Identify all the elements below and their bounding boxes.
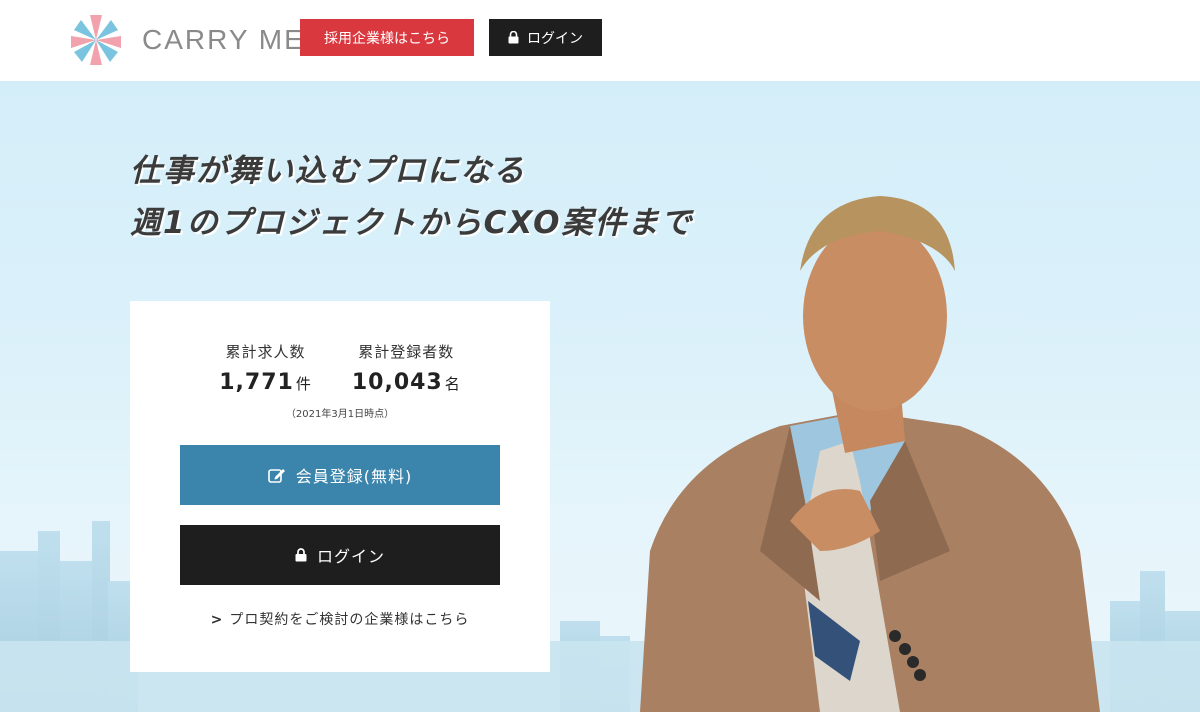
stat-value: 10,043 名 xyxy=(352,370,461,395)
stat-unit: 件 xyxy=(295,375,312,393)
carry-me-logo[interactable]: CARRY ME xyxy=(68,14,305,66)
stat-jobs: 累計求人数 1,771 件 xyxy=(219,341,312,395)
stat-registrants: 累計登録者数 10,043 名 xyxy=(352,341,461,395)
register-button[interactable]: 会員登録(無料) xyxy=(180,445,500,505)
header-login-button[interactable]: ログイン xyxy=(489,19,602,56)
headline-line-1: 仕事が舞い込むプロになる xyxy=(130,153,526,189)
logo-mark-icon xyxy=(71,15,121,65)
hero-section: 仕事が舞い込むプロになる 週1のプロジェクトからCXO案件まで 累計求人数 1,… xyxy=(0,81,1200,712)
signup-card: 累計求人数 1,771 件 累計登録者数 10,043 名 （2021年3月1日時点… xyxy=(130,301,550,672)
stat-number: 1,771 xyxy=(219,370,294,395)
register-button-label: 会員登録(無料) xyxy=(295,467,413,486)
corporate-signup-button[interactable]: 採用企業様はこちら xyxy=(300,19,474,56)
logo-text: CARRY ME xyxy=(142,24,305,55)
stat-value: 1,771 件 xyxy=(219,370,312,395)
hero-headline: 仕事が舞い込むプロになる 週1のプロジェクトからCXO案件まで xyxy=(130,145,693,249)
corporate-link[interactable]: > プロ契約をご検討の企業様はこちら xyxy=(130,609,550,629)
corporate-link-label: プロ契約をご検討の企業様はこちら xyxy=(229,612,470,628)
edit-icon xyxy=(267,467,286,483)
lock-icon xyxy=(508,31,519,44)
header-login-label: ログイン xyxy=(527,30,583,47)
login-button-label: ログイン xyxy=(316,547,385,566)
login-button[interactable]: ログイン xyxy=(180,525,500,585)
headline-line-2: 週1のプロジェクトからCXO案件まで xyxy=(130,205,694,241)
stats-date-note: （2021年3月1日時点） xyxy=(285,409,395,420)
stat-unit: 名 xyxy=(444,375,461,393)
lock-icon xyxy=(295,548,307,562)
stat-number: 10,043 xyxy=(351,370,443,395)
stat-label: 累計登録者数 xyxy=(358,343,455,361)
stat-label: 累計求人数 xyxy=(225,343,306,361)
stats-row: 累計求人数 1,771 件 累計登録者数 10,043 名 xyxy=(130,341,550,395)
chevron-right-icon: > xyxy=(210,612,224,628)
site-header: CARRY ME 採用企業様はこちら ログイン xyxy=(0,0,1200,81)
